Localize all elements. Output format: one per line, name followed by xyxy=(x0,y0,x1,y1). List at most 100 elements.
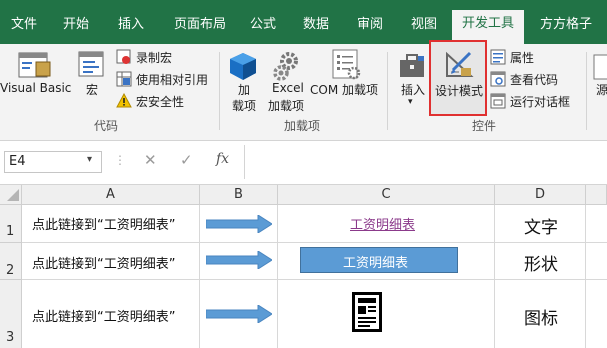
column-header-c[interactable]: C xyxy=(278,185,495,205)
source-label: 源 xyxy=(596,83,607,97)
tab-developer[interactable]: 开发工具 xyxy=(452,10,524,44)
addins-cube-icon xyxy=(230,53,256,80)
column-header-a[interactable]: A xyxy=(22,185,200,205)
cell-d1[interactable]: 文字 xyxy=(495,205,586,243)
tab-data[interactable]: 数据 xyxy=(298,15,334,35)
column-header-e[interactable] xyxy=(586,185,607,205)
select-all-corner[interactable] xyxy=(0,185,22,205)
record-macro-icon xyxy=(116,49,131,64)
tab-fangfanggezi[interactable]: 方方格子 xyxy=(533,15,599,35)
link-shape-label: 工资明细表 xyxy=(343,256,409,271)
group-divider xyxy=(387,52,388,130)
addins-group-label: 加载项 xyxy=(284,119,321,133)
cell-b1[interactable] xyxy=(200,205,278,243)
confirm-entry-icon[interactable]: ✓ xyxy=(180,151,193,169)
macros-button[interactable]: 宏 xyxy=(74,44,110,114)
excel-addins-label-line1: Excel xyxy=(272,81,304,95)
cell-d2[interactable]: 形状 xyxy=(495,243,586,280)
cell-c1[interactable]: 工资明细表 xyxy=(278,205,495,243)
design-mode-label: 设计模式 xyxy=(435,84,484,98)
record-macro-button[interactable]: 录制宏 xyxy=(116,48,196,66)
cell-c2[interactable]: 工资明细表 xyxy=(278,243,495,280)
view-code-button[interactable]: 查看代码 xyxy=(490,70,570,88)
formula-input[interactable] xyxy=(244,145,607,179)
column-header-d[interactable]: D xyxy=(495,185,586,205)
relative-references-icon xyxy=(116,71,132,87)
tab-review[interactable]: 审阅 xyxy=(352,15,388,35)
macros-label: 宏 xyxy=(86,83,99,97)
group-divider xyxy=(586,52,587,130)
tab-view[interactable]: 视图 xyxy=(406,15,442,35)
type-label-text: 文字 xyxy=(524,218,558,238)
view-code-label: 查看代码 xyxy=(510,73,559,87)
macros-icon xyxy=(78,51,104,77)
link-shape-button[interactable]: 工资明细表 xyxy=(300,247,458,273)
cell-e1[interactable] xyxy=(586,205,607,243)
tab-file[interactable]: 文件 xyxy=(6,15,42,35)
run-dialog-button[interactable]: 运行对话框 xyxy=(490,92,580,110)
macro-security-button[interactable]: 宏安全性 xyxy=(116,92,196,110)
chevron-down-icon[interactable]: ▾ xyxy=(87,154,92,165)
name-box[interactable]: E4 ▾ xyxy=(4,151,102,173)
controls-group-label: 控件 xyxy=(472,119,497,133)
type-label-text: 形状 xyxy=(524,255,558,275)
cell-a1[interactable]: 点此链接到“工资明细表” xyxy=(22,205,200,243)
arrow-right-icon xyxy=(206,215,272,233)
visual-basic-button[interactable]: Visual Basic xyxy=(0,44,72,114)
type-label-text: 图标 xyxy=(524,309,558,329)
macro-security-label: 宏安全性 xyxy=(136,95,185,109)
cell-b3[interactable] xyxy=(200,280,278,348)
hyperlink-text[interactable]: 工资明细表 xyxy=(350,214,415,233)
cell-e2[interactable] xyxy=(586,243,607,280)
source-button[interactable]: 源 xyxy=(592,44,607,114)
relative-references-button[interactable]: 使用相对引用 xyxy=(116,70,216,88)
row-header-1[interactable]: 1 xyxy=(0,205,22,243)
excel-addins-button[interactable]: Excel 加载项 xyxy=(266,44,308,114)
tab-home[interactable]: 开始 xyxy=(58,15,94,35)
view-code-icon xyxy=(490,71,506,87)
cell-a2[interactable]: 点此链接到“工资明细表” xyxy=(22,243,200,280)
cell-b2[interactable] xyxy=(200,243,278,280)
tab-insert[interactable]: 插入 xyxy=(113,15,149,35)
tab-page-layout[interactable]: 页面布局 xyxy=(168,15,232,35)
row-header-2[interactable]: 2 xyxy=(0,243,22,280)
ribbon-panel: Visual Basic 宏 录制宏 使用相对引用 宏安全性 代码 加 载项 E… xyxy=(0,40,607,141)
com-addins-button[interactable]: COM 加载项 xyxy=(310,44,382,114)
insert-control-label: 插入 xyxy=(401,83,426,97)
run-dialog-label: 运行对话框 xyxy=(510,95,571,109)
com-addins-label: COM 加载项 xyxy=(310,83,378,97)
design-mode-icon xyxy=(446,51,474,77)
source-icon xyxy=(593,54,607,80)
name-box-value: E4 xyxy=(9,154,26,169)
chevron-down-icon: ▾ xyxy=(408,97,413,107)
properties-button[interactable]: 属性 xyxy=(490,48,550,66)
cancel-entry-icon[interactable]: ✕ xyxy=(144,151,157,169)
arrow-right-icon xyxy=(206,305,272,323)
insert-function-icon[interactable]: fx xyxy=(216,151,229,167)
cell-d3[interactable]: 图标 xyxy=(495,280,586,348)
newspaper-link-icon[interactable] xyxy=(352,292,382,332)
tab-formulas[interactable]: 公式 xyxy=(245,15,281,35)
com-addins-icon xyxy=(332,49,361,80)
cell-a3[interactable]: 点此链接到“工资明细表” xyxy=(22,280,200,348)
row-header-3[interactable]: 3 xyxy=(0,280,22,348)
visual-basic-label: Visual Basic xyxy=(0,81,72,95)
row-number: 2 xyxy=(6,263,15,278)
code-group-label: 代码 xyxy=(94,119,119,133)
cell-e3[interactable] xyxy=(586,280,607,348)
properties-label: 属性 xyxy=(510,51,535,65)
addins-label-line2: 载项 xyxy=(232,99,257,113)
insert-control-button[interactable]: 插入 ▾ xyxy=(395,44,429,114)
link-instruction-text: 点此链接到“工资明细表” xyxy=(32,310,176,325)
select-all-triangle-icon xyxy=(6,189,19,201)
design-mode-button[interactable]: 设计模式 xyxy=(429,40,487,116)
addins-button[interactable]: 加 载项 xyxy=(226,44,262,114)
column-header-b[interactable]: B xyxy=(200,185,278,205)
arrow-right-icon xyxy=(206,251,272,269)
properties-icon xyxy=(490,49,506,65)
warning-icon xyxy=(116,93,132,108)
addins-label-line1: 加 xyxy=(238,83,251,97)
cell-c3[interactable] xyxy=(278,280,495,348)
row-number: 1 xyxy=(6,224,15,239)
spreadsheet-grid: A B C D 1 2 3 点此链接到“工资明细表” 工资明细表 文字 点此链接… xyxy=(0,185,607,348)
